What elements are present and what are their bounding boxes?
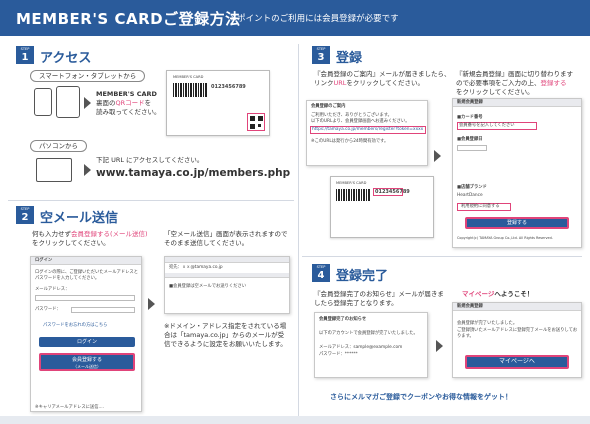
column-divider — [298, 44, 299, 416]
step-3-right-text-3: をクリックしてください。 — [456, 88, 534, 96]
footer-message: さらにメルマガご登録でクーポンやお得な情報をゲット！ — [330, 393, 512, 401]
step-2-instruction-2: をクリックしてください。 — [32, 239, 110, 247]
arrow-right-icon — [436, 340, 443, 352]
agree-checkbox[interactable]: 利用規約に同意する — [461, 204, 500, 210]
page-header: MEMBER'S CARDご登録方法 ※ポイントのご利用には会員登録が必要です — [0, 0, 590, 36]
card-instruction-2: 裏面のQRコードを — [96, 99, 152, 107]
domain-note: ※ドメイン・アドレス指定をされている場合は「tamaya.co.jp」からのメー… — [164, 322, 287, 348]
login-button[interactable]: ログイン — [39, 337, 135, 347]
card-instruction-1: MEMBER'S CARD — [96, 90, 157, 98]
brand-select[interactable]: HeartDance — [457, 193, 483, 199]
step-2-instruction: 何も入力せず会員登録する(メール送信) — [32, 230, 148, 238]
step-2-badge: STEP 2 — [16, 206, 34, 224]
email-field[interactable] — [35, 295, 135, 301]
registration-link[interactable]: https://tamaya.co.jp/members/register?to… — [312, 127, 423, 133]
step-2-result: 「空メール送信」画面が表示されますのでそのまま送信してください。 — [164, 230, 288, 247]
registration-guide-mail: 会員登録のご案内 ご利用いただき、ありがとうございます。 以下のURLより、会員… — [306, 100, 428, 166]
card-instruction-3: 読み取ってください。 — [96, 108, 161, 116]
register-send-mail-button[interactable]: 会員登録する （メール送信） — [39, 353, 135, 371]
arrow-right-icon — [84, 164, 91, 176]
tablet-icon — [56, 86, 80, 118]
mypage-screen: 新規会員登録 会員登録が完了いたしました。 ご登録頂いたメールアドレスに登録完了… — [452, 302, 582, 378]
step-3-left-text-1: 『会員登録のご案内』メールが届きましたら、 — [314, 70, 451, 78]
step-4-badge: STEP 4 — [312, 264, 330, 282]
bottom-band — [0, 416, 590, 424]
step-3-left-text-2: リンクURLをクリックしてください。 — [314, 79, 425, 87]
arrow-right-icon — [84, 97, 91, 109]
row-divider-right — [302, 256, 582, 257]
computer-icon — [36, 158, 72, 182]
login-screen: ログイン ログインの際に、ご登録いただいたメールアドレスとパスワードを入力してく… — [30, 256, 142, 412]
step-4-title: 登録完了 — [336, 269, 389, 284]
member-card-front-image: MEMBER'S CARD 0123456789 — [330, 176, 434, 238]
card-number-field[interactable]: 会員番号を記入してください — [459, 123, 515, 129]
members-url[interactable]: www.tamaya.co.jp/members.php — [96, 167, 290, 179]
pc-instruction: 下記 URL にアクセスしてください。 — [96, 156, 204, 164]
register-button[interactable]: 登録する — [465, 217, 569, 229]
page-subtitle: ※ポイントのご利用には会員登録が必要です — [230, 14, 399, 24]
step-1-title: アクセス — [40, 51, 92, 66]
smartphone-pill: スマートフォン・タブレットから — [30, 70, 146, 82]
step-3-right-text-2: ので必要事項をご入力の上、登録する — [456, 79, 567, 87]
mypage-button[interactable]: マイページへ — [465, 355, 569, 369]
page-title: MEMBER'S CARDご登録方法 — [16, 10, 241, 28]
step-3-title: 登録 — [336, 51, 363, 66]
row-divider-left — [8, 200, 294, 201]
arrow-right-icon — [434, 150, 441, 162]
password-field[interactable] — [71, 307, 135, 313]
arrow-right-icon — [148, 298, 155, 310]
smartphone-icon — [34, 88, 52, 116]
step-3-right-text-1: 『新規会員登録』画面に切り替わります — [456, 70, 573, 78]
step-1-badge: STEP 1 — [16, 46, 34, 64]
member-card-back-image: MEMBER'S CARD 0123456789 — [166, 70, 270, 136]
step-4-left-text: 『会員登録完了のお知らせ』メールが届きましたら登録完了となります。 — [314, 290, 444, 307]
pc-pill: パソコンから — [30, 140, 87, 152]
step-3-badge: STEP 3 — [312, 46, 330, 64]
completion-mail: 会員登録完了のお知らせ 以下のアカウントで会員登録が完了いたしました。 メールア… — [314, 312, 428, 378]
forgot-password-link[interactable]: パスワードをお忘れの方はこちら — [43, 323, 107, 329]
date-field[interactable] — [457, 145, 487, 151]
step-4-right-title: マイページへようこそ！ — [462, 290, 534, 298]
mail-compose-screen: 宛先：ｘｘ@tamaya.co.jp ■会員登録は空メールでお送りください — [164, 256, 290, 314]
new-member-form: 新規会員登録 ■カード番号 会員番号を記入してください ■会員登録日 ■店舗ブラ… — [452, 98, 582, 248]
qr-code-icon — [247, 113, 265, 131]
step-2-title: 空メール送信 — [40, 211, 119, 226]
